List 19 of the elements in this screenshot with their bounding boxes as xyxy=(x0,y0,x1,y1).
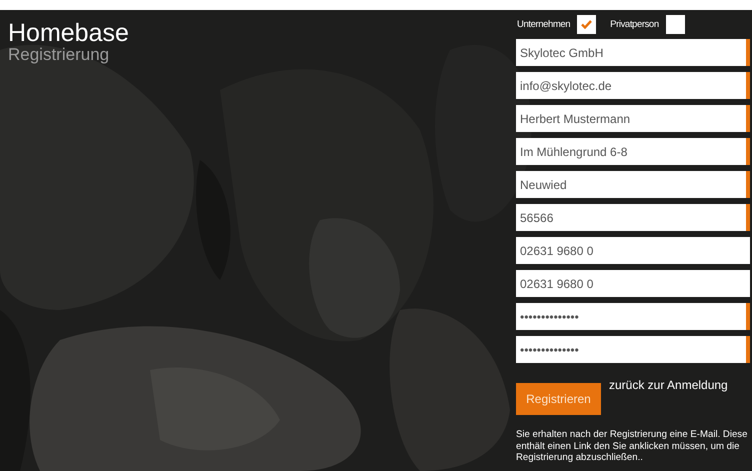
back-to-login-link[interactable]: zurück zur Anmeldung xyxy=(609,378,728,392)
info-text: Sie erhalten nach der Registrierung eine E-Mail. Diese enthält einen Link den Sie anklicken müssen, um die Registrierung abzuschließen.. xyxy=(516,429,748,464)
input-field[interactable]: 02631 9680 0 xyxy=(516,237,750,264)
app-title: Homebase xyxy=(8,20,129,46)
check-icon xyxy=(581,20,592,28)
page-subtitle: Registrierung xyxy=(8,46,110,64)
input-field[interactable]: •••••••••••••• xyxy=(516,336,750,363)
checkbox[interactable] xyxy=(577,14,596,34)
input-field[interactable]: Herbert Mustermann xyxy=(516,105,750,132)
input-field[interactable]: 02631 9680 0 xyxy=(516,270,750,297)
input-field[interactable]: Neuwied xyxy=(516,171,750,198)
checkbox[interactable] xyxy=(666,14,685,34)
input-field[interactable]: •••••••••••••• xyxy=(516,303,750,330)
input-field[interactable]: Im Mühlengrund 6-8 xyxy=(516,138,750,165)
input-field[interactable]: Skylotec GmbH xyxy=(516,39,750,66)
input-field[interactable]: 56566 xyxy=(516,204,750,231)
checkbox-label: Unternehmen xyxy=(517,18,570,30)
input-field[interactable]: info@skylotec.de xyxy=(516,72,750,99)
checkbox-label: Privatperson xyxy=(610,18,659,30)
